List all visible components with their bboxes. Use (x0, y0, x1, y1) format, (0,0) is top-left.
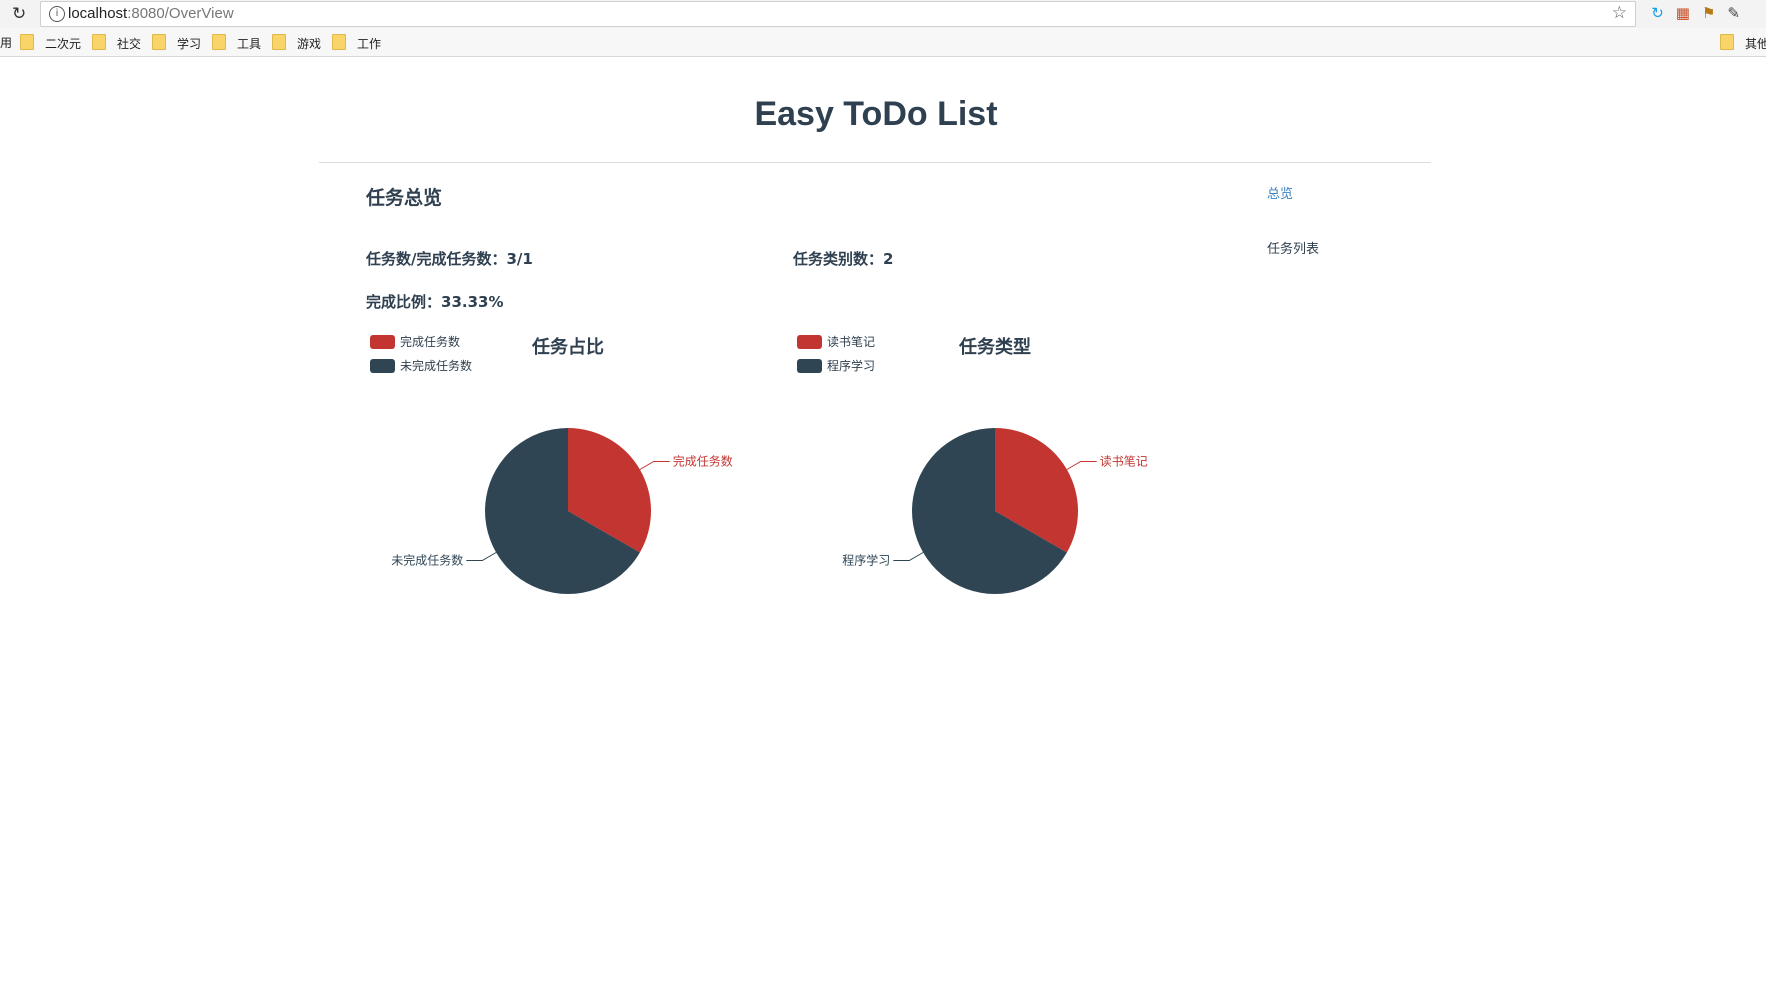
bookmark-label: 学习 (177, 37, 202, 51)
stat-task-count-value: 3/1 (506, 250, 533, 268)
bookmark-label: 社交 (117, 37, 142, 51)
sync-extension-icon[interactable]: ↻ (1651, 4, 1676, 22)
pie-slice-label-1: 未完成任务数 (391, 553, 463, 568)
legend-label-1[interactable]: 程序学习 (827, 358, 875, 373)
stat-completion-value: 33.33% (441, 293, 504, 311)
bookmark-label: 游戏 (297, 37, 322, 51)
folder-icon (20, 34, 34, 50)
stat-category-count: 任务类别数：2 (793, 248, 893, 269)
office-extension-icon[interactable]: ▦ (1676, 4, 1702, 22)
bookmark-cutoff[interactable]: 用 (0, 34, 12, 51)
legend-swatch-1[interactable] (797, 359, 822, 373)
chart-title: 任务类型 (958, 336, 1031, 358)
legend-swatch-0[interactable] (370, 335, 395, 349)
chart-title: 任务占比 (531, 336, 604, 358)
bookmarks-bar: 用 二次元 社交 学习 工具 游戏 工作 其他 (0, 28, 1766, 57)
browser-address-bar: ↻ i localhost:8080/OverView ☆ ↻▦⚑✎ (0, 0, 1766, 28)
url-field[interactable]: i localhost:8080/OverView ☆ (40, 1, 1636, 27)
url-path: :8080/OverView (127, 5, 234, 22)
pie-label-line-1 (466, 552, 497, 561)
bookmark-label: 二次元 (45, 37, 82, 51)
legend-swatch-0[interactable] (797, 335, 822, 349)
extension-icons: ↻▦⚑✎ (1651, 4, 1752, 22)
folder-icon (152, 34, 166, 50)
legend-swatch-1[interactable] (370, 359, 395, 373)
eyedropper-extension-icon[interactable]: ✎ (1727, 4, 1752, 22)
folder-icon (92, 34, 106, 50)
folder-icon (212, 34, 226, 50)
legend-label-1[interactable]: 未完成任务数 (400, 358, 472, 373)
pie-chart-svg: 完成任务数未完成任务数任务占比完成任务数未完成任务数 (370, 334, 733, 594)
pie-slice-label-0: 完成任务数 (673, 454, 733, 469)
pie-label-line-1 (893, 552, 924, 561)
pie-chart-svg: 读书笔记程序学习任务类型读书笔记程序学习 (797, 334, 1148, 594)
bookmark-star-icon[interactable]: ☆ (1612, 3, 1627, 23)
folder-icon (1720, 34, 1734, 50)
section-title: 任务总览 (366, 187, 443, 209)
bookmark-folder-2[interactable]: 学习 (152, 34, 201, 52)
pie-slice-label-0: 读书笔记 (1100, 454, 1148, 469)
stat-category-count-value: 2 (883, 250, 894, 268)
bookmark-folder-0[interactable]: 二次元 (20, 34, 81, 52)
url-text[interactable]: localhost:8080/OverView (68, 5, 234, 22)
reload-icon[interactable]: ↻ (12, 4, 26, 24)
pie-chart-category: 读书笔记 程序学习 任务类型 读书笔记 程序学习 (793, 325, 1213, 625)
bookmark-folder-5[interactable]: 工作 (332, 34, 381, 52)
header-divider (319, 162, 1431, 163)
stat-completion-label: 完成比例： (366, 293, 442, 311)
pie-label-line-0 (1066, 461, 1097, 470)
legend-label-0[interactable]: 完成任务数 (400, 334, 460, 349)
bookmark-folder-4[interactable]: 游戏 (272, 34, 321, 52)
site-title: Easy ToDo List (754, 95, 998, 133)
pie-chart-completion: 完成任务数 未完成任务数 任务占比 完成任务数 未完成任务数 (366, 325, 786, 625)
stat-task-count-label: 任务数/完成任务数： (366, 250, 507, 268)
folder-icon (272, 34, 286, 50)
bookmark-folder-3[interactable]: 工具 (212, 34, 261, 52)
nav-link-overview[interactable]: 总览 (1267, 183, 1293, 202)
nav-link-task-list[interactable]: 任务列表 (1267, 238, 1319, 257)
bookmark-label: 其他 (1745, 37, 1766, 51)
bookmark-label: 工具 (237, 37, 262, 51)
url-host: localhost (68, 5, 128, 22)
bookmark-folder-1[interactable]: 社交 (92, 34, 141, 52)
tool-extension-icon[interactable]: ⚑ (1702, 4, 1727, 22)
legend-label-0[interactable]: 读书笔记 (827, 334, 875, 349)
folder-icon (332, 34, 346, 50)
info-icon[interactable]: i (49, 6, 65, 22)
stat-task-count: 任务数/完成任务数：3/1 (366, 248, 533, 269)
pie-slice-label-1: 程序学习 (842, 553, 890, 568)
bookmark-label: 工作 (357, 37, 382, 51)
pie-label-line-0 (639, 461, 670, 470)
bookmark-folder-other[interactable]: 其他 (1720, 34, 1766, 52)
stat-category-count-label: 任务类别数： (793, 250, 884, 268)
stat-completion: 完成比例：33.33% (366, 291, 504, 312)
